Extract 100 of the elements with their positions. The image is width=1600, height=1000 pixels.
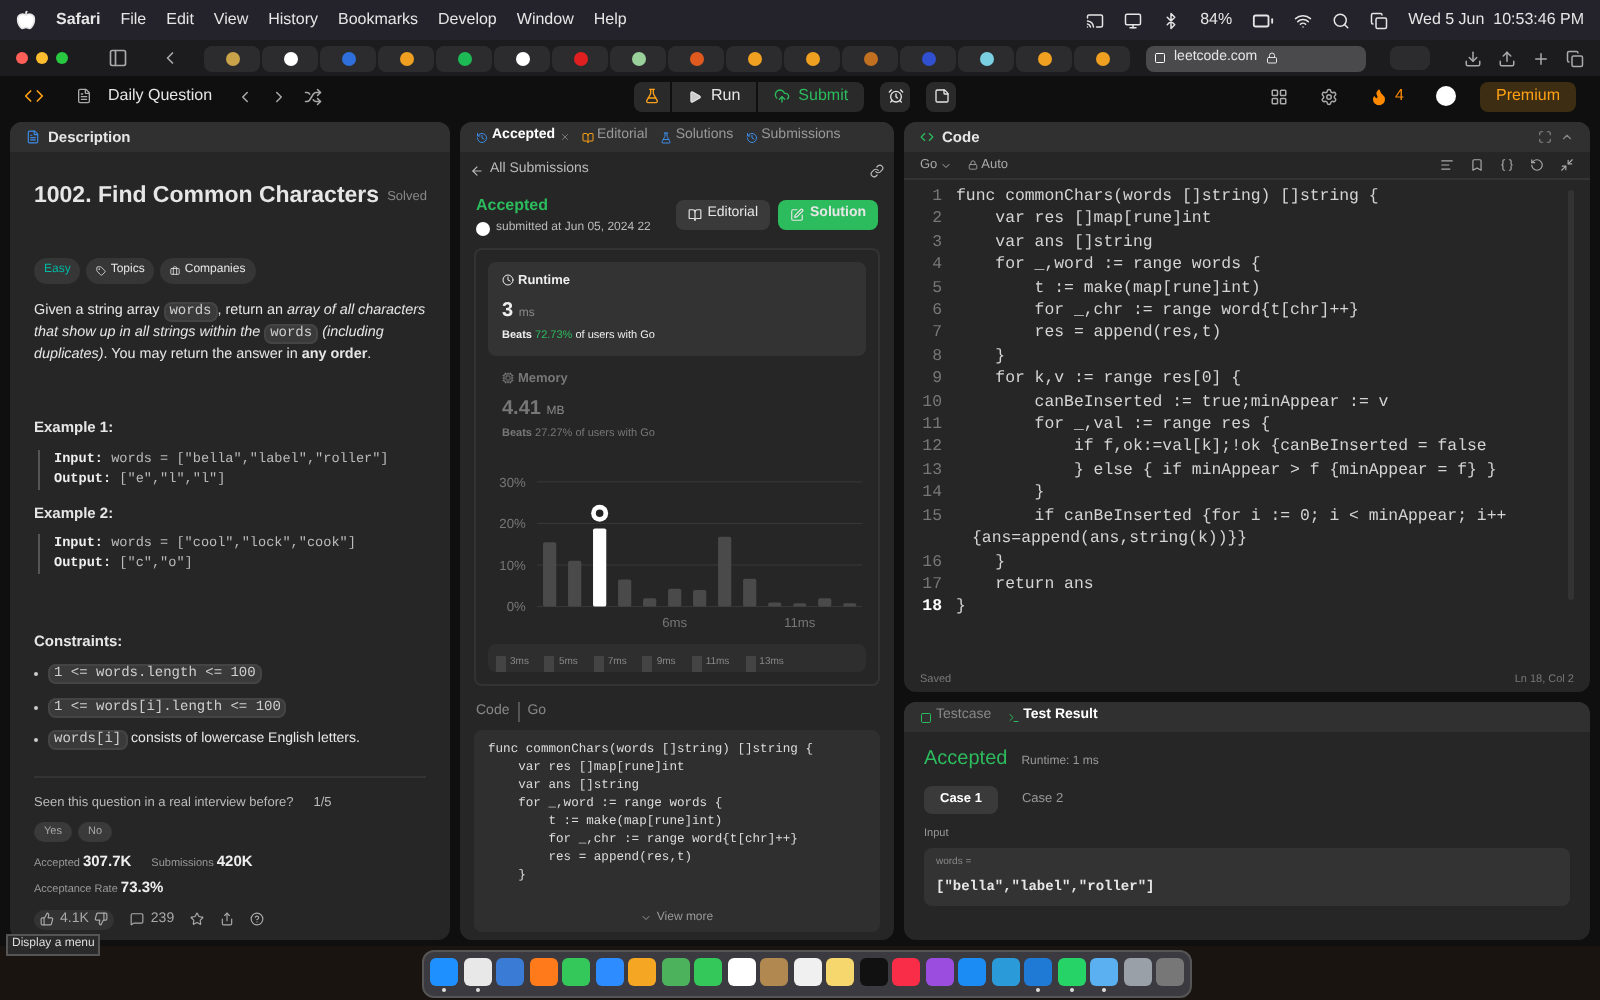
line-number: 10 (920, 391, 944, 415)
streak-count: 4 (1395, 84, 1404, 108)
browser-tab[interactable] (784, 45, 840, 71)
menu-item[interactable]: File (120, 8, 147, 32)
code-line: func commonChars(words []string) []string { (956, 186, 1379, 209)
link-icon[interactable] (870, 163, 884, 178)
favicon-icon (399, 51, 413, 65)
tag-icon (96, 266, 107, 277)
logo-icon[interactable] (24, 86, 44, 106)
battery-icon[interactable] (1252, 9, 1275, 31)
line-number: 9 (930, 368, 944, 392)
sidebar-icon[interactable] (108, 48, 128, 68)
zoom-window-button[interactable] (56, 52, 68, 64)
line-number: 4 (930, 254, 944, 278)
menu-item[interactable]: History (268, 8, 319, 32)
new-tab-icon[interactable] (1532, 49, 1550, 67)
menu-item[interactable]: Develop (438, 8, 497, 32)
menu-item[interactable]: Safari (56, 8, 101, 32)
menu-item[interactable]: Edit (166, 8, 194, 32)
app-icon[interactable] (1057, 957, 1085, 991)
code-line: for _,val := range res { (1032, 414, 1271, 437)
code-line: {ans=append(ans,string(k))}} (972, 528, 1250, 551)
browser-tab[interactable] (494, 45, 550, 71)
layout-icon[interactable] (1269, 87, 1288, 105)
bookmark-icon[interactable] (1470, 158, 1484, 172)
avatar-icon[interactable] (1435, 86, 1456, 106)
battery-percentage: 84% (1200, 8, 1233, 32)
code-line: for _,chr := range word{t[chr]++} (1032, 300, 1359, 323)
run-button[interactable]: Run (672, 81, 757, 111)
clock[interactable]: Wed 5 Jun 10:53:46 PM (1408, 8, 1584, 32)
code-line: var ans []string (993, 231, 1153, 255)
code-line: if f,ok:=val[k];!ok {canBeInserted = false (1071, 436, 1487, 460)
app-icon[interactable] (463, 957, 491, 991)
download-icon[interactable] (1464, 49, 1482, 67)
favicon-icon (515, 51, 529, 65)
menu-item[interactable]: Help (593, 8, 627, 32)
timer-button[interactable] (880, 81, 911, 111)
app-icon[interactable] (793, 957, 821, 991)
minimize-window-button[interactable] (36, 52, 48, 64)
comment-icon (130, 912, 145, 927)
bluetooth-icon[interactable] (1162, 11, 1181, 29)
favicon-icon (1095, 51, 1109, 65)
menu-item[interactable]: Bookmarks (338, 8, 419, 32)
reset-icon[interactable] (1530, 158, 1544, 172)
app-icon[interactable] (628, 957, 656, 991)
close-window-button[interactable] (16, 52, 28, 64)
settings-icon[interactable] (1319, 87, 1338, 105)
browser-tab[interactable] (378, 45, 434, 71)
screen-mirroring-icon[interactable] (1086, 11, 1105, 29)
chevron-down-icon (939, 159, 952, 171)
browser-tab[interactable] (726, 45, 782, 71)
favicon-icon (573, 51, 587, 65)
histogram-bar[interactable] (593, 527, 607, 606)
notes-button[interactable] (926, 81, 957, 111)
browser-tab[interactable] (610, 45, 666, 71)
line-number: 13 (920, 459, 944, 483)
favicon-icon (341, 51, 355, 65)
browser-tab[interactable] (1074, 45, 1130, 71)
favicon-icon (689, 51, 703, 65)
share-icon[interactable] (220, 912, 235, 927)
search-icon[interactable] (1332, 11, 1351, 29)
premium-button[interactable]: Premium (1479, 81, 1576, 111)
app-icon[interactable] (826, 957, 854, 991)
maximize-icon[interactable] (1538, 130, 1552, 144)
shuffle-icon[interactable] (304, 87, 323, 105)
app-icon[interactable] (727, 957, 755, 991)
browser-tab[interactable] (204, 45, 260, 71)
code-icon (920, 130, 934, 144)
tab-overview-icon[interactable] (1566, 49, 1584, 67)
browser-tab[interactable] (262, 45, 318, 71)
code-line: } (993, 551, 1006, 574)
resize-icon[interactable] (1560, 158, 1574, 172)
format-icon[interactable] (1440, 158, 1454, 172)
flame-icon[interactable] (1369, 87, 1388, 105)
browser-tab[interactable] (436, 45, 492, 71)
favicon-icon (457, 51, 471, 65)
apple-logo-icon[interactable] (16, 10, 36, 30)
app-icon[interactable] (1090, 957, 1118, 991)
browser-tab[interactable] (1016, 45, 1072, 71)
app-icon[interactable] (562, 957, 590, 991)
list-icon[interactable] (76, 88, 92, 104)
page-icon (1154, 52, 1166, 64)
star-icon[interactable] (190, 912, 205, 927)
back-arrow-icon (470, 163, 484, 178)
help-icon[interactable] (250, 912, 265, 927)
collapse-icon[interactable] (1560, 130, 1574, 144)
favicon-icon (921, 51, 935, 65)
menu-item[interactable]: Window (516, 8, 574, 32)
submit-button[interactable]: Submit (758, 81, 865, 111)
debug-button[interactable] (634, 81, 671, 111)
app-icon[interactable] (694, 957, 722, 991)
wifi-icon[interactable] (1294, 11, 1313, 29)
share-icon[interactable] (1498, 49, 1516, 67)
control-center-icon[interactable] (1370, 11, 1389, 29)
browser-tab[interactable] (958, 45, 1014, 71)
display-icon[interactable] (1124, 11, 1143, 29)
line-number: 18 (920, 596, 944, 620)
daily-question-link[interactable]: Daily Question (108, 84, 213, 108)
menu-item[interactable]: View (213, 8, 249, 32)
braces-icon[interactable] (1500, 158, 1514, 172)
